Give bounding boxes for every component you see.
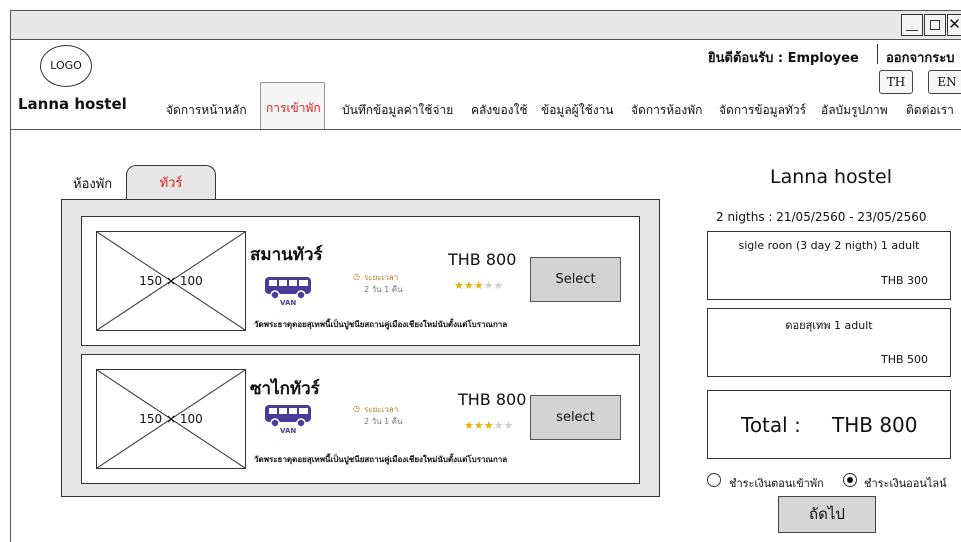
nav-item-rooms[interactable]: จัดการห้องพัก bbox=[631, 101, 702, 120]
star-icon: ★ bbox=[483, 279, 494, 292]
star-icon: ★ bbox=[454, 279, 464, 292]
window-frame bbox=[10, 40, 11, 542]
tour-description: วัดพระธาตุดอยสุเทพนี้เป็นปูชนียสถานคู่เม… bbox=[254, 455, 508, 464]
tour-description: วัดพระธาตุดอยสุเทพนี้เป็นปูชนียสถานคู่เม… bbox=[254, 320, 508, 329]
nav-item-album[interactable]: อัลบัมรูปภาพ bbox=[821, 101, 888, 120]
select-button[interactable]: Select bbox=[530, 257, 621, 302]
rating-stars: ★★★★★ bbox=[454, 279, 503, 292]
star-icon: ★ bbox=[463, 279, 474, 292]
image-size-label: 150 × 100 bbox=[139, 412, 203, 426]
lang-en-button[interactable]: EN bbox=[928, 70, 961, 94]
summary-item: sigle roon (3 day 2 nigth) 1 adult THB 3… bbox=[707, 231, 951, 300]
tour-card: 150 × 100 สมานทัวร์ VAN ◷ ระยะเวลา 2 วัน… bbox=[81, 216, 640, 346]
logout-link[interactable]: ออกจากระบ bbox=[886, 47, 955, 68]
nav-item-expenses[interactable]: บันทึกข้อมูลค่าใช้จ่าย bbox=[342, 101, 453, 120]
star-icon: ★ bbox=[503, 419, 514, 432]
duration-value: 2 วัน 1 คืน bbox=[364, 417, 403, 426]
summary-item-label: ดอยสุเทพ 1 adult bbox=[785, 319, 873, 332]
lang-th-button[interactable]: TH bbox=[879, 70, 913, 94]
summary-title: Lanna hostel bbox=[770, 166, 892, 188]
vehicle-label: VAN bbox=[280, 299, 297, 307]
duration-label: ระยะเวลา bbox=[364, 273, 399, 282]
duration-value: 2 วัน 1 คืน bbox=[364, 285, 403, 294]
pay-at-checkin-label[interactable]: ชำระเงินตอนเข้าพัก bbox=[729, 474, 824, 492]
vehicle-label: VAN bbox=[280, 427, 297, 435]
nav-divider bbox=[10, 129, 961, 130]
nav-item-home[interactable]: จัดการหน้าหลัก bbox=[166, 101, 247, 120]
pay-at-checkin-radio[interactable] bbox=[707, 473, 721, 487]
star-icon: ★ bbox=[483, 419, 494, 432]
nav-item-tours[interactable]: จัดการข้อมูลทัวร์ bbox=[719, 101, 806, 120]
tab-tour[interactable]: ทัวร์ bbox=[126, 165, 216, 200]
star-icon: ★ bbox=[493, 279, 504, 292]
star-icon: ★ bbox=[473, 419, 484, 432]
clock-icon: ◷ bbox=[353, 272, 360, 281]
summary-item-price: THB 500 bbox=[880, 353, 928, 366]
summary-item: ดอยสุเทพ 1 adult THB 500 bbox=[707, 308, 951, 377]
summary-item-label: sigle roon (3 day 2 nigth) 1 adult bbox=[738, 239, 920, 252]
nav-item-inventory[interactable]: คลังของใช้ bbox=[471, 101, 528, 120]
total-label: Total : bbox=[741, 413, 801, 437]
nav-item-contact[interactable]: ติดต่อเรา bbox=[906, 101, 954, 120]
total-value: THB 800 bbox=[832, 413, 918, 437]
nav-item-checkin[interactable]: การเข้าพัก bbox=[266, 99, 321, 118]
star-icon: ★ bbox=[493, 419, 504, 432]
tab-rooms[interactable]: ห้องพัก bbox=[73, 173, 112, 194]
pay-online-label[interactable]: ชำระเงินออนไลน์ bbox=[864, 474, 947, 492]
tour-image-placeholder: 150 × 100 bbox=[96, 369, 246, 469]
tour-card: 150 × 100 ซาไกทัวร์ VAN ◷ ระยะเวลา 2 วัน… bbox=[81, 354, 640, 484]
tour-name: ซาไกทัวร์ bbox=[250, 379, 320, 399]
duration-label: ระยะเวลา bbox=[364, 405, 399, 414]
maximize-icon[interactable] bbox=[924, 14, 946, 36]
stay-dates: 2 nigths : 21/05/2560 - 23/05/2560 bbox=[716, 210, 927, 224]
header-divider bbox=[877, 44, 878, 64]
tour-price: THB 800 bbox=[448, 250, 517, 269]
next-button[interactable]: ถัดไป bbox=[778, 496, 876, 533]
image-size-label: 150 × 100 bbox=[139, 274, 203, 288]
brand-name: Lanna hostel bbox=[18, 95, 127, 113]
window-titlebar bbox=[10, 10, 961, 40]
close-icon[interactable]: ✕ bbox=[947, 14, 961, 36]
rating-stars: ★★★★★ bbox=[464, 419, 513, 432]
nav-item-users[interactable]: ข้อมูลผู้ใช้งาน bbox=[541, 101, 614, 120]
select-button[interactable]: select bbox=[530, 395, 621, 440]
summary-item-price: THB 300 bbox=[880, 274, 928, 287]
logo: LOGO bbox=[40, 45, 92, 87]
tour-image-placeholder: 150 × 100 bbox=[96, 231, 246, 331]
pay-online-radio[interactable] bbox=[843, 473, 857, 487]
minimize-icon[interactable] bbox=[901, 14, 923, 36]
star-icon: ★ bbox=[464, 419, 474, 432]
tour-price: THB 800 bbox=[458, 390, 527, 409]
star-icon: ★ bbox=[473, 279, 484, 292]
tour-list-panel: 150 × 100 สมานทัวร์ VAN ◷ ระยะเวลา 2 วัน… bbox=[61, 199, 660, 497]
total-box: Total : THB 800 bbox=[707, 390, 951, 459]
welcome-text: ยินดีต้อนรับ : Employee bbox=[708, 51, 859, 66]
tour-name: สมานทัวร์ bbox=[250, 245, 323, 265]
clock-icon: ◷ bbox=[353, 404, 360, 413]
